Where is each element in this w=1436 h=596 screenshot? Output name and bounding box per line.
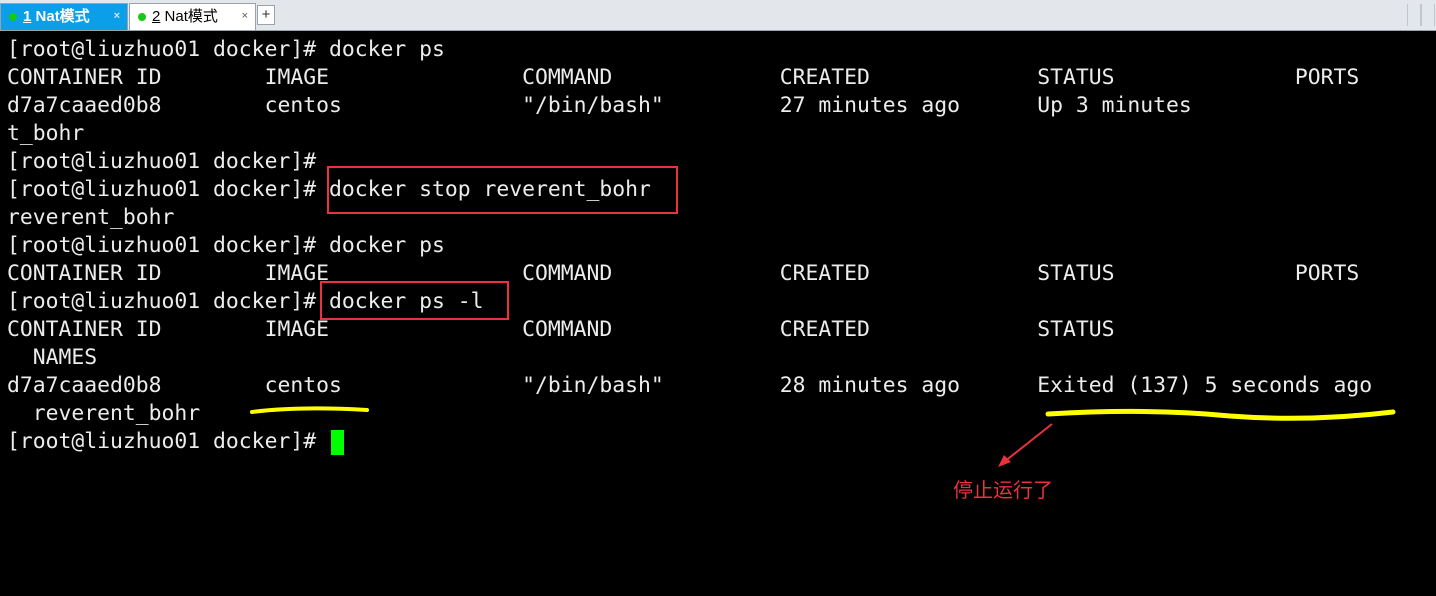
annotation-note: 停止运行了 xyxy=(953,478,1053,502)
yellow-underline-image xyxy=(250,406,369,414)
annotation-overlay xyxy=(250,406,1396,467)
annotation-arrow-line xyxy=(1003,423,1053,463)
yellow-underline-status xyxy=(1045,408,1396,421)
